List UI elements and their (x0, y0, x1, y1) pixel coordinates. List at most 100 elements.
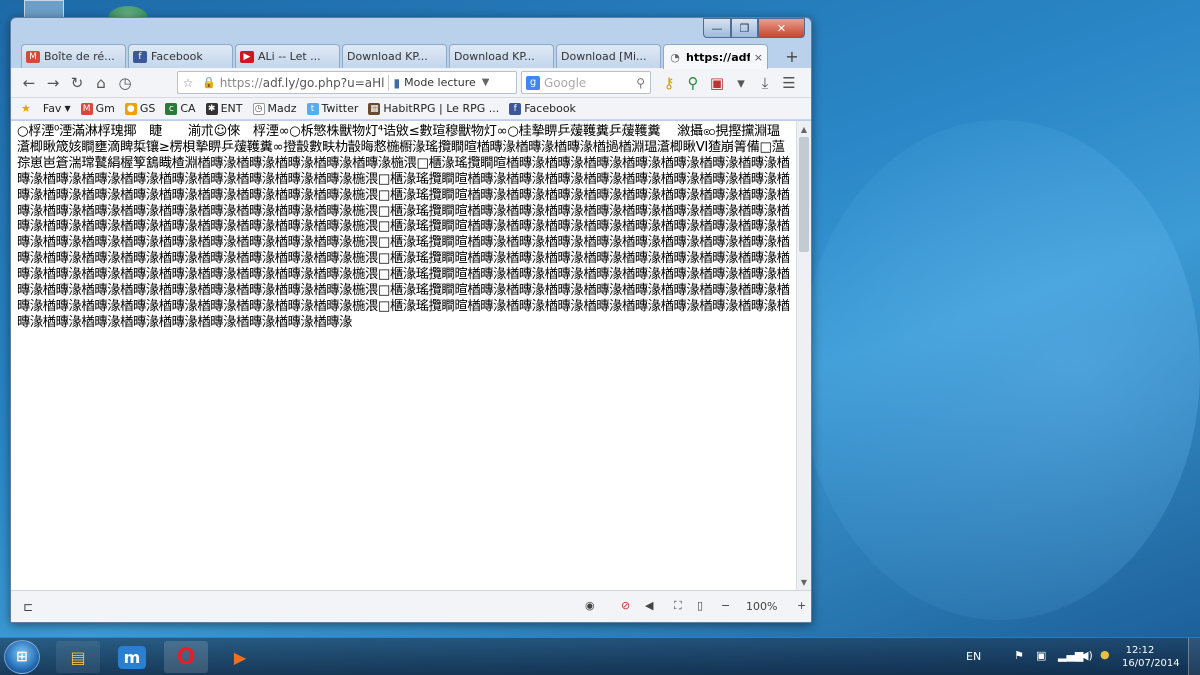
tab-download-1[interactable]: Download KP... (342, 44, 447, 68)
loading-icon: ◔ (670, 50, 680, 64)
sidebar-toggle-icon[interactable]: ⊏ (23, 600, 33, 614)
tab-label: Download [Mi... (561, 50, 647, 63)
volume-icon[interactable]: ◀ (645, 599, 653, 612)
bookmark-gs[interactable]: ● GS (124, 102, 156, 115)
navigation-toolbar: ← → ↻ ⌂ ◷ ☆ 🔒 https:// adf.ly/go.php?u=a… (11, 68, 811, 98)
maximize-button[interactable]: ❐ (731, 18, 758, 38)
reload-icon[interactable]: ↻ (65, 71, 89, 95)
addon-bar: ⊏ ◉ ⊘ ◀ ⛶ ▯ − 100% + (11, 590, 811, 622)
zoom-level: 100% (746, 600, 778, 613)
tab-label: Download KP... (347, 50, 428, 63)
opera-icon[interactable]: O (164, 641, 208, 673)
language-indicator[interactable]: EN (966, 650, 981, 663)
bookmark-twitter[interactable]: t Twitter (306, 102, 358, 115)
tab-label: ALi -- Let ... (258, 50, 321, 63)
tab-download-2[interactable]: Download KP... (449, 44, 554, 68)
youtube-icon: ▶ (240, 50, 254, 63)
chevron-down-icon[interactable]: ▼ (482, 77, 490, 88)
vertical-scrollbar[interactable]: ▲ ▼ (796, 121, 811, 590)
file-explorer-icon[interactable]: ▤ (56, 641, 100, 673)
bookmark-ent[interactable]: ✱ ENT (205, 102, 243, 115)
update-icon[interactable]: ● (1100, 648, 1110, 661)
forward-icon[interactable]: → (41, 71, 65, 95)
tab-label: https://adf.... (686, 50, 750, 64)
addon-menu-icon[interactable]: ▾ (729, 71, 753, 95)
tab-adfly[interactable]: ◔ https://adf.... × (663, 44, 768, 69)
bookmark-facebook[interactable]: f Facebook (509, 102, 576, 115)
twitter-icon: t (306, 102, 319, 115)
bookmark-fav[interactable]: ★ Fav ▼ (21, 102, 71, 115)
toolbar-icons: ⚷ ⚲ ▣ ▾ ⤓ ☰ (657, 71, 801, 95)
scrollbar-thumb[interactable] (799, 137, 809, 252)
tab-youtube[interactable]: ▶ ALi -- Let ... (235, 44, 340, 68)
bookmark-label: ENT (220, 102, 243, 115)
show-desktop-button[interactable] (1188, 638, 1200, 675)
addon-status-icon[interactable]: ◉ (585, 599, 595, 612)
bookmark-label: Madz (267, 102, 297, 115)
zoom-in-icon[interactable]: + (797, 599, 806, 612)
gmail-icon: M (26, 50, 40, 63)
facebook-icon: f (509, 102, 522, 115)
clock[interactable]: 12:12 16/07/2014 (1122, 644, 1180, 670)
download-icon[interactable]: ⤓ (753, 71, 777, 95)
search-box[interactable]: g Google ⚲ (521, 71, 651, 94)
back-icon[interactable]: ← (17, 71, 41, 95)
tab-gmail[interactable]: M Boîte de ré... (21, 44, 126, 68)
split-view-icon[interactable]: ▯ (697, 599, 703, 612)
bookmark-label: CA (180, 102, 196, 115)
tab-download-3[interactable]: Download [Mi... (556, 44, 661, 68)
tab-facebook[interactable]: f Facebook (128, 44, 233, 68)
menu-icon[interactable]: ☰ (777, 71, 801, 95)
taskbar: ⊞ ▤ m O ▶ EN ⚑ ▣ ▂▄▆ ◀) ● 12:12 16/07/20… (0, 637, 1200, 675)
habitrpg-icon: ▦ (368, 102, 381, 115)
bookmark-star-icon[interactable]: ☆ (178, 76, 198, 90)
close-tab-icon[interactable]: × (754, 51, 763, 64)
page-content: ○桴湮⁰湮滿淋桴瑰揶 睫 湔朮☺倈 桴湮∞○柝慜株獸物灯⁴诰敓≤數瑄穆獸物灯∞○… (11, 121, 796, 590)
divider (388, 74, 390, 91)
search-icon[interactable]: ⚲ (636, 76, 645, 90)
google-icon: g (526, 75, 540, 90)
close-window-button[interactable]: ✕ (758, 18, 805, 38)
media-player-icon[interactable]: ▶ (218, 641, 262, 673)
tab-label: Download KP... (454, 50, 535, 63)
tab-label: Facebook (151, 50, 203, 63)
home-icon[interactable]: ⌂ (89, 71, 113, 95)
address-bar[interactable]: ☆ 🔒 https:// adf.ly/go.php?u=aHl ▮ Mode … (177, 71, 517, 94)
url-scheme: https:// (219, 75, 263, 90)
bookmark-label: GS (139, 102, 156, 115)
bookmark-label: HabitRPG | Le RPG ... (383, 102, 500, 115)
flag-icon[interactable]: ⚑ (1014, 649, 1024, 662)
ent-icon: ✱ (205, 102, 218, 115)
gmail-icon: M (80, 102, 93, 115)
bookmark-habitrpg[interactable]: ▦ HabitRPG | Le RPG ... (368, 102, 499, 115)
start-button[interactable]: ⊞ (4, 640, 40, 674)
zoom-out-icon[interactable]: − (721, 599, 730, 612)
garbled-page-text: ○桴湮⁰湮滿淋桴瑰揶 睫 湔朮☺倈 桴湮∞○柝慜株獸物灯⁴诰敓≤數瑄穆獸物灯∞○… (17, 124, 790, 330)
bookmark-madz[interactable]: ◷ Madz (252, 102, 297, 115)
volume-tray-icon[interactable]: ◀) (1080, 649, 1093, 662)
madz-icon: ◷ (252, 102, 265, 115)
bookmark-label: Facebook (524, 102, 576, 115)
scroll-down-icon[interactable]: ▼ (797, 575, 811, 589)
title-bar[interactable]: — ❐ ✕ (11, 18, 811, 42)
reader-mode-label[interactable]: Mode lecture (404, 76, 476, 89)
fullscreen-icon[interactable]: ⛶ (674, 599, 682, 613)
minimize-button[interactable]: — (703, 18, 731, 38)
bookmark-gm[interactable]: M Gm (80, 102, 115, 115)
tab-strip: M Boîte de ré... f Facebook ▶ ALi -- Let… (11, 42, 811, 69)
addon-icon[interactable]: ▣ (705, 71, 729, 95)
lock-icon: 🔒 (202, 76, 216, 89)
search-placeholder: Google (544, 75, 587, 90)
bookmark-ca[interactable]: c CA (165, 102, 196, 115)
reader-mode-icon[interactable]: ▮ (393, 76, 400, 90)
notification-icon[interactable]: ▣ (1036, 649, 1046, 662)
desktop-icon[interactable] (24, 0, 64, 18)
key-icon[interactable]: ⚷ (657, 71, 681, 95)
scroll-up-icon[interactable]: ▲ (797, 122, 811, 136)
new-tab-button[interactable]: + (781, 46, 803, 66)
history-icon[interactable]: ◷ (113, 71, 137, 95)
blocked-icon[interactable]: ⊘ (621, 599, 630, 612)
search-addon-icon[interactable]: ⚲ (681, 71, 705, 95)
maxthon-icon[interactable]: m (110, 641, 154, 673)
bookmark-label: Gm (95, 102, 115, 115)
